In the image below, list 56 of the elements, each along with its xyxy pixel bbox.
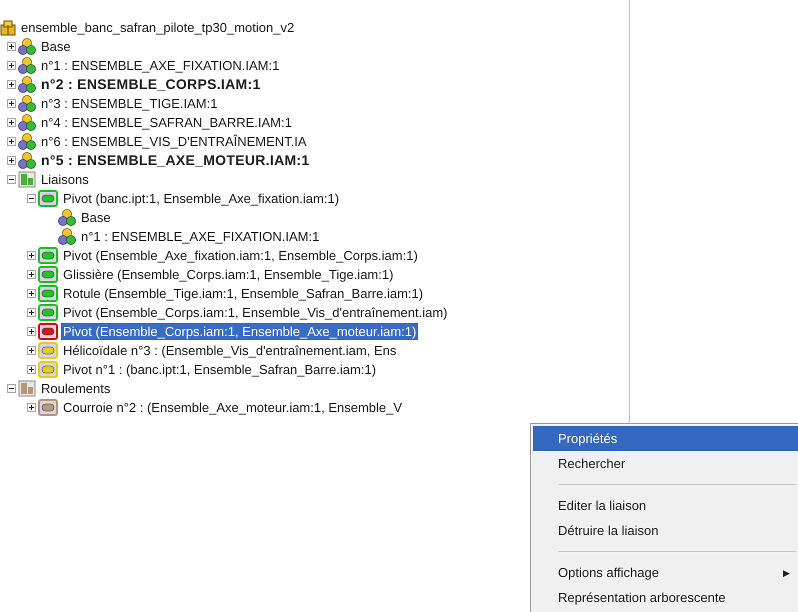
collapse-button[interactable]: [6, 175, 16, 184]
assembly-icon: [18, 57, 36, 74]
expand-button[interactable]: [6, 118, 16, 127]
tree-item[interactable]: Pivot (Ensemble_Axe_fixation.iam:1, Ensemble_Corps.iam:1): [61, 247, 420, 264]
menu-item[interactable]: Propriétés: [533, 426, 798, 451]
tree-item[interactable]: n°1 : ENSEMBLE_AXE_FIXATION.IAM:1: [79, 228, 322, 245]
menu-item[interactable]: Représentation arborescente: [533, 585, 798, 610]
tree-item[interactable]: n°1 : ENSEMBLE_AXE_FIXATION.IAM:1: [39, 57, 282, 74]
expand-button[interactable]: [6, 61, 16, 70]
expand-button[interactable]: [26, 270, 36, 279]
assembly-icon: [18, 76, 36, 93]
menu-item[interactable]: Options affichage ▶: [533, 560, 798, 585]
tree-item[interactable]: ensemble_banc_safran_pilote_tp30_motion_v2: [19, 19, 296, 36]
assembly-icon: [18, 38, 36, 55]
tree-item[interactable]: Base: [79, 209, 113, 226]
tree-item[interactable]: n°2 : ENSEMBLE_CORPS.IAM:1: [39, 76, 263, 93]
tree-item[interactable]: Pivot n°1 : (banc.ipt:1, Ensemble_Safran_Barre.iam:1): [61, 361, 378, 378]
tree-item[interactable]: Rotule (Ensemble_Tige.iam:1, Ensemble_Safran_Barre.iam:1): [61, 285, 426, 302]
assembly-icon: [18, 152, 36, 169]
assembly-icon: [58, 209, 76, 226]
expand-button[interactable]: [6, 156, 16, 165]
assembly-icon: [18, 133, 36, 150]
assembly-icon: [58, 228, 76, 245]
tree-item[interactable]: Base: [39, 38, 73, 55]
expand-button[interactable]: [6, 80, 16, 89]
expand-button[interactable]: [26, 327, 36, 336]
expand-button[interactable]: [26, 403, 36, 412]
tree-item[interactable]: Pivot (Ensemble_Corps.iam:1, Ensemble_Axe_moteur.iam:1): [61, 323, 418, 340]
expand-button[interactable]: [6, 99, 16, 108]
assembly-icon: [18, 114, 36, 131]
menu-item[interactable]: Rechercher: [533, 451, 798, 476]
tree-item[interactable]: n°4 : ENSEMBLE_SAFRAN_BARRE.IAM:1: [39, 114, 294, 131]
assembly-icon: [0, 20, 16, 36]
tree-item[interactable]: Pivot (Ensemble_Corps.iam:1, Ensemble_Vis_d'entraînement.iam): [61, 304, 450, 321]
tree-item[interactable]: Courroie n°2 : (Ensemble_Axe_moteur.iam:1, Ensemble_V: [61, 399, 404, 416]
tree-item[interactable]: Hélicoïdale n°3 : (Ensemble_Vis_d'entraînement.iam, Ens: [61, 342, 398, 359]
expand-button[interactable]: [26, 251, 36, 260]
menu-item[interactable]: Détruire la liaison: [533, 518, 798, 543]
collapse-button[interactable]: [26, 194, 36, 203]
expand-button[interactable]: [26, 346, 36, 355]
expand-button[interactable]: [26, 365, 36, 374]
tree-item[interactable]: Liaisons: [39, 171, 91, 188]
collapse-button[interactable]: [6, 384, 16, 393]
expand-button[interactable]: [6, 42, 16, 51]
submenu-arrow-icon: ▶: [783, 568, 790, 578]
expand-button[interactable]: [6, 137, 16, 146]
expand-button[interactable]: [26, 308, 36, 317]
tree-item[interactable]: Glissière (Ensemble_Corps.iam:1, Ensemble_Tige.iam:1): [61, 266, 396, 283]
tree-item[interactable]: n°6 : ENSEMBLE_VIS_D'ENTRAÎNEMENT.IA: [39, 133, 309, 150]
expand-button[interactable]: [26, 289, 36, 298]
tree-item[interactable]: n°3 : ENSEMBLE_TIGE.IAM:1: [39, 95, 220, 112]
assembly-icon: [18, 95, 36, 112]
tree-item[interactable]: Pivot (banc.ipt:1, Ensemble_Axe_fixation.iam:1): [61, 190, 342, 207]
tree-item[interactable]: n°5 : ENSEMBLE_AXE_MOTEUR.IAM:1: [39, 152, 312, 169]
menu-item[interactable]: Editer la liaison: [533, 493, 798, 518]
tree-item[interactable]: Roulements: [39, 380, 112, 397]
